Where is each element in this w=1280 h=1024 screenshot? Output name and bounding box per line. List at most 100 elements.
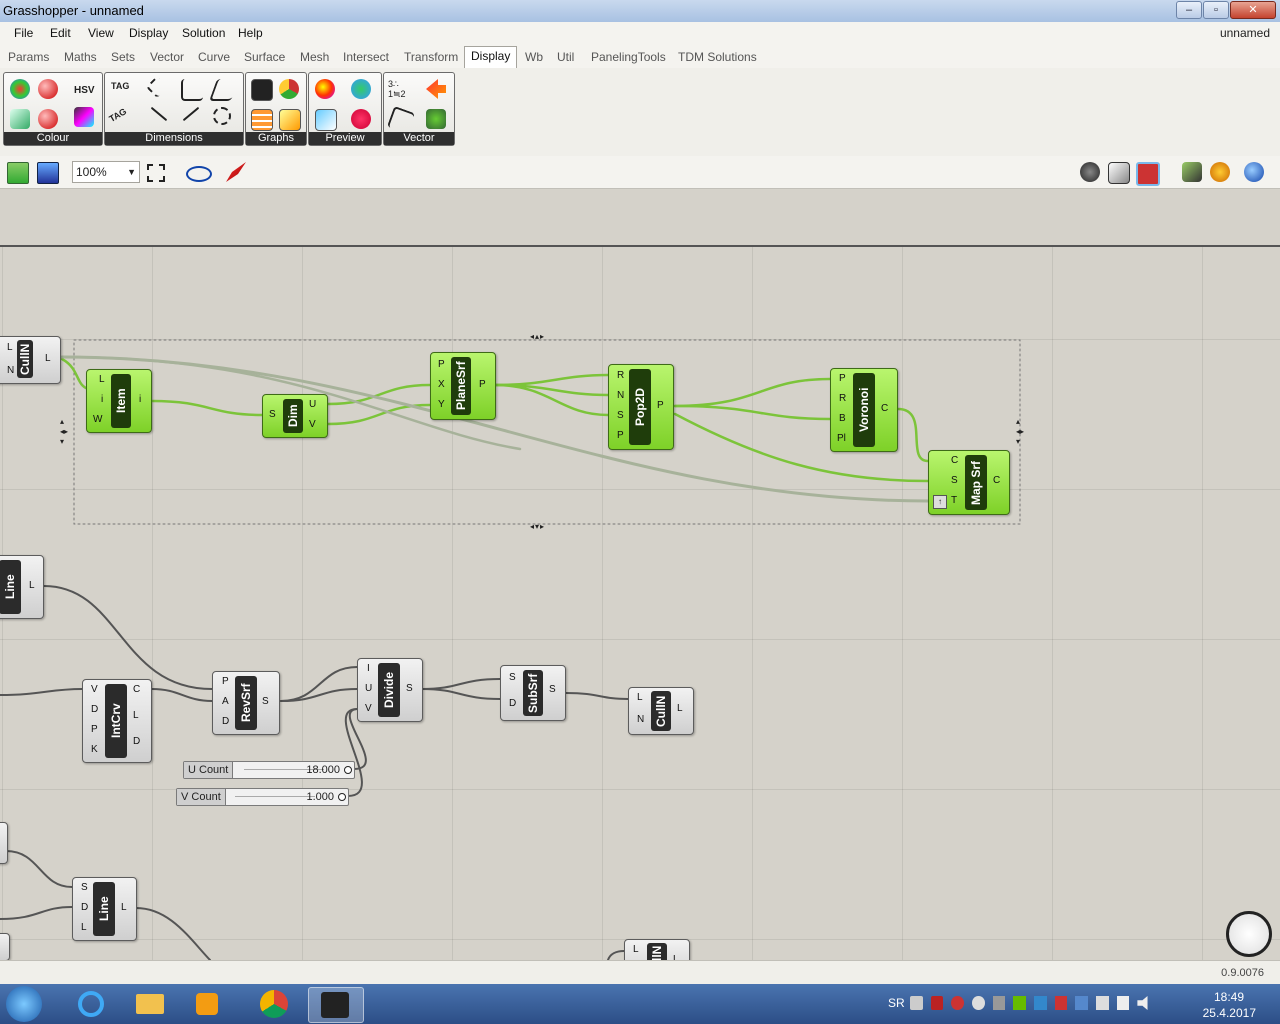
output-port[interactable]: P (479, 379, 486, 390)
input-port[interactable]: R (839, 393, 846, 404)
gradient-icon[interactable] (74, 107, 94, 127)
dim-arc-icon[interactable] (213, 107, 231, 125)
vector-display-icon[interactable] (426, 79, 446, 99)
input-port[interactable]: L (637, 692, 643, 703)
tab-mesh[interactable]: Mesh (300, 50, 329, 64)
display-mode-icon[interactable] (1244, 162, 1264, 182)
nvidia-icon[interactable] (1013, 996, 1027, 1010)
component-partial-left[interactable] (0, 822, 8, 864)
maximize-button[interactable]: ▫ (1203, 1, 1229, 19)
slider-output-grip[interactable] (344, 766, 352, 774)
input-port[interactable]: K (91, 744, 98, 755)
component-revsrf[interactable]: P A D RevSrf S (212, 671, 280, 735)
component-mapsrf[interactable]: C S T ↑ Map Srf C (928, 450, 1010, 515)
component-subsrf[interactable]: S D SubSrf S (500, 665, 566, 721)
output-port[interactable]: L (29, 580, 35, 591)
security-icon[interactable] (1054, 996, 1068, 1010)
component-line-2[interactable]: S D L Line L (72, 877, 137, 941)
menu-file[interactable]: File (14, 26, 33, 40)
group-handle-top[interactable]: ◂▴▸ (530, 332, 564, 342)
custom-preview-icon[interactable] (315, 79, 335, 99)
tray-device-icon[interactable] (992, 996, 1006, 1010)
input-port[interactable]: S (951, 475, 958, 486)
pie-chart-icon[interactable] (279, 79, 299, 99)
zoom-dropdown[interactable]: 100% ▼ (72, 161, 140, 183)
tab-display[interactable]: Display (464, 46, 518, 68)
output-port[interactable]: i (139, 394, 141, 405)
output-port[interactable]: L (677, 703, 683, 714)
output-port[interactable]: C (993, 475, 1000, 486)
component-line-1[interactable]: Line L (0, 555, 44, 619)
menu-view[interactable]: View (88, 26, 114, 40)
point-list-icon[interactable]: 3∴ 1≒2 (388, 79, 408, 99)
graph-mapper-icon[interactable] (279, 109, 301, 131)
input-port[interactable]: N (7, 365, 14, 376)
display-material-icon[interactable] (315, 109, 337, 131)
tab-surface[interactable]: Surface (244, 50, 285, 64)
input-port[interactable]: P (91, 724, 98, 735)
component-dim[interactable]: S Dim U V (262, 394, 328, 438)
canvas[interactable]: ◂▴▸ ◂▾▸ ▴ ◂▸ ▾ ▴ ◂▸ ▾ L N CullN L L i W Item… (0, 189, 1280, 960)
minimize-button[interactable]: – (1176, 1, 1202, 19)
open-file-icon[interactable] (7, 162, 29, 184)
input-port[interactable]: Pl (837, 433, 846, 444)
preview-shaded-icon[interactable] (1108, 162, 1130, 184)
acrobat-icon[interactable] (930, 996, 944, 1010)
input-port[interactable]: L (633, 944, 639, 955)
histogram-icon[interactable] (251, 79, 273, 101)
input-port[interactable]: S (269, 409, 276, 420)
colour-split-icon[interactable] (38, 109, 58, 129)
component-partial-left-bottom[interactable] (0, 933, 10, 960)
input-port[interactable]: A (222, 696, 229, 707)
output-port[interactable]: S (262, 696, 269, 707)
dot-display-icon[interactable] (351, 109, 371, 129)
input-port[interactable]: D (81, 902, 88, 913)
dim-aligned-icon[interactable] (181, 79, 203, 101)
preview-selected-icon[interactable] (1136, 162, 1160, 186)
cloud-display-icon[interactable] (351, 79, 371, 99)
input-port[interactable]: P (438, 359, 445, 370)
input-port[interactable]: W (93, 414, 102, 425)
menu-display[interactable]: Display (129, 26, 168, 40)
tab-curve[interactable]: Curve (198, 50, 230, 64)
group-handle-bottom[interactable]: ◂▾▸ (530, 522, 564, 532)
input-port[interactable]: L (99, 374, 105, 385)
tab-util[interactable]: Util (557, 50, 574, 64)
input-port[interactable]: P (839, 373, 846, 384)
sketch-pen-icon[interactable] (226, 162, 246, 182)
input-port[interactable]: X (438, 379, 445, 390)
colour-swatch-icon[interactable] (38, 79, 58, 99)
group-handle-right[interactable]: ▴ ◂▸ ▾ (1016, 417, 1036, 451)
taskbar-media-icon[interactable] (180, 987, 234, 1021)
slider-u-count[interactable]: U Count 18.000 (183, 761, 355, 779)
component-item[interactable]: L i W Item i (86, 369, 152, 433)
output-port[interactable]: L (45, 353, 51, 364)
tab-intersect[interactable]: Intersect (343, 50, 389, 64)
taskbar-rhino-icon[interactable] (308, 987, 364, 1023)
preview-eye-icon[interactable] (186, 166, 212, 182)
menu-help[interactable]: Help (238, 26, 263, 40)
tab-maths[interactable]: Maths (64, 50, 97, 64)
point-order-icon[interactable] (386, 105, 416, 135)
output-port[interactable]: C (881, 403, 888, 414)
input-port[interactable]: C (951, 455, 958, 466)
input-port[interactable]: D (222, 716, 229, 727)
input-port[interactable]: S (617, 410, 624, 421)
input-port[interactable]: R (617, 370, 624, 381)
component-intcrv[interactable]: V D P K IntCrv C L D (82, 679, 152, 763)
group-handle-left[interactable]: ▴ ◂▸ ▾ (60, 417, 80, 451)
bar-graph-icon[interactable] (251, 109, 273, 131)
tab-vector[interactable]: Vector (150, 50, 184, 64)
sync-icon[interactable] (972, 996, 985, 1010)
input-port[interactable]: V (91, 684, 98, 695)
flag-icon[interactable] (1096, 996, 1109, 1010)
tab-transform[interactable]: Transform (404, 50, 458, 64)
output-port[interactable]: S (549, 684, 556, 695)
clock-date[interactable]: 25.4.2017 (1203, 1006, 1256, 1020)
input-port[interactable]: N (617, 390, 624, 401)
output-port[interactable]: V (309, 419, 316, 430)
component-planesrf[interactable]: P X Y PlaneSrf P (430, 352, 496, 420)
menu-edit[interactable]: Edit (50, 26, 71, 40)
input-port[interactable]: Y (438, 399, 445, 410)
input-port[interactable]: D (509, 698, 516, 709)
